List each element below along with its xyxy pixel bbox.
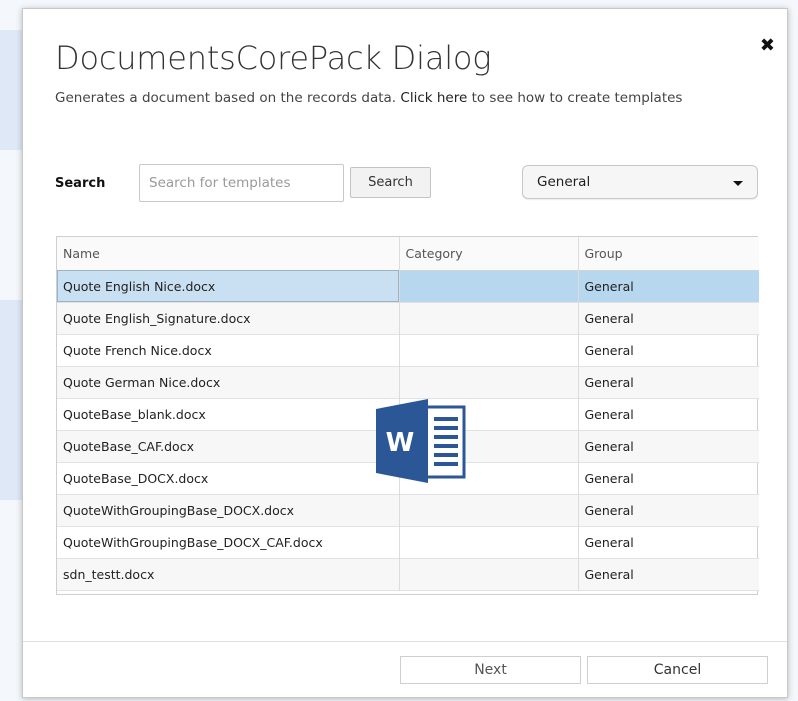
help-link[interactable]: Click here <box>400 90 467 106</box>
cell-group: General <box>584 470 634 486</box>
cell-group: General <box>584 278 634 294</box>
search-input[interactable] <box>139 164 344 202</box>
subtitle-text-suffix: to see how to create templates <box>467 90 683 106</box>
cell-group: General <box>584 406 634 422</box>
table-row[interactable]: Quote English Nice.docx General <box>57 270 759 302</box>
search-label: Search <box>55 176 106 191</box>
word-document-icon: W <box>376 399 466 483</box>
table-row[interactable]: Quote English_Signature.docx General <box>57 302 759 334</box>
cell-category <box>399 526 579 558</box>
cell-name: QuoteWithGroupingBase_DOCX_CAF.docx <box>57 526 400 558</box>
word-icon-letter: W <box>386 428 415 458</box>
dialog-subtitle: Generates a document based on the record… <box>55 90 682 106</box>
cell-name: QuoteWithGroupingBase_DOCX.docx <box>57 494 400 526</box>
cell-category <box>399 334 579 366</box>
background-decoration <box>0 30 22 150</box>
cell-name: Quote French Nice.docx <box>57 334 400 366</box>
subtitle-text: Generates a document based on the record… <box>55 90 401 106</box>
close-icon[interactable]: ✖ <box>760 37 775 55</box>
cell-name: QuoteBase_CAF.docx <box>57 430 400 462</box>
chevron-down-icon <box>733 181 743 186</box>
search-button[interactable]: Search <box>350 167 431 198</box>
cell-group: General <box>584 374 634 390</box>
column-header-category[interactable]: Category <box>399 237 579 270</box>
cell-category <box>399 558 579 590</box>
cell-group: General <box>584 502 634 518</box>
next-button[interactable]: Next <box>400 656 581 684</box>
cell-name: sdn_testt.docx <box>57 558 400 590</box>
cell-group: General <box>584 310 634 326</box>
cell-name: QuoteBase_DOCX.docx <box>57 462 400 494</box>
table-row[interactable]: sdn_testt.docx General <box>57 558 759 590</box>
cell-name: Quote English Nice.docx <box>57 270 400 302</box>
cell-category <box>399 494 579 526</box>
cell-group: General <box>584 534 634 550</box>
table-row[interactable]: QuoteWithGroupingBase_DOCX.docx General <box>57 494 759 526</box>
table-row[interactable]: Quote German Nice.docx General <box>57 366 759 398</box>
cell-category <box>399 366 579 398</box>
cell-category <box>399 302 579 334</box>
table-header-row: Name Category Group <box>57 237 759 270</box>
column-header-name[interactable]: Name <box>57 237 400 270</box>
cell-category <box>399 270 579 302</box>
table-row[interactable]: Quote French Nice.docx General <box>57 334 759 366</box>
cell-group: General <box>584 566 634 582</box>
cell-group: General <box>584 342 634 358</box>
cell-name: Quote German Nice.docx <box>57 366 400 398</box>
footer-divider <box>23 641 787 642</box>
cell-name: Quote English_Signature.docx <box>57 302 400 334</box>
group-dropdown[interactable]: General <box>522 165 758 199</box>
table-row[interactable]: QuoteWithGroupingBase_DOCX_CAF.docx Gener… <box>57 526 759 558</box>
documentscorepack-dialog: ✖ DocumentsCorePack Dialog Generates a d… <box>22 8 788 698</box>
background-decoration <box>0 300 22 500</box>
cell-group: General <box>584 438 634 454</box>
cell-name: QuoteBase_blank.docx <box>57 398 400 430</box>
cancel-button[interactable]: Cancel <box>587 656 768 684</box>
column-header-group[interactable]: Group <box>578 237 759 270</box>
dialog-title: DocumentsCorePack Dialog <box>55 39 492 77</box>
group-dropdown-value: General <box>537 174 591 190</box>
